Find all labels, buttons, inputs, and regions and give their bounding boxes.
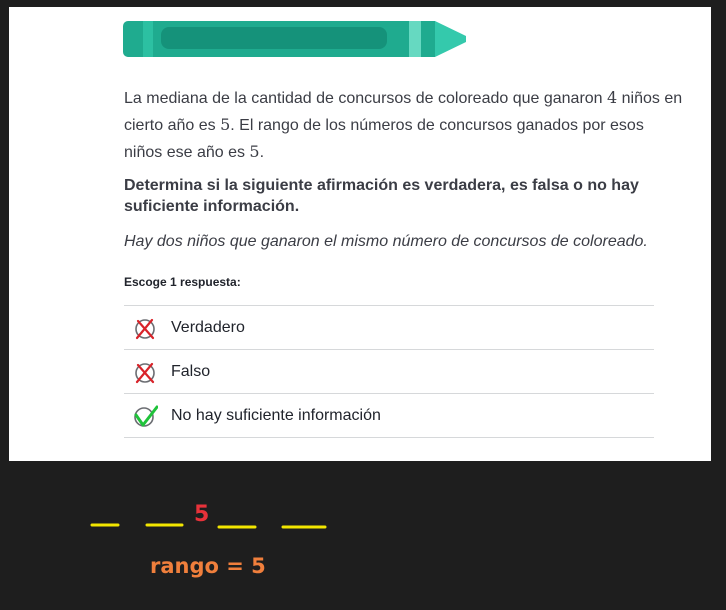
exercise-card: La mediana de la cantidad de concursos d… — [9, 7, 711, 461]
choose-label: Escoge 1 respuesta: — [124, 275, 241, 289]
option-verdadero[interactable]: Verdadero — [124, 305, 654, 349]
option-falso[interactable]: Falso — [124, 349, 654, 393]
problem-text: La mediana de la cantidad de concursos d… — [124, 88, 683, 161]
range-note: rango = 5 — [150, 554, 266, 578]
option-label: Verdadero — [171, 318, 245, 336]
scratchpad[interactable]: 5 rango = 5 — [0, 461, 726, 605]
incorrect-mark-icon — [132, 359, 158, 385]
incorrect-mark-icon — [132, 315, 158, 341]
crayon-illustration — [123, 19, 466, 59]
instruction-text: Determina si la siguiente afirmación es … — [124, 177, 639, 215]
statement-text: Hay dos niños que ganaron el mismo númer… — [124, 233, 648, 250]
answer-options: Verdadero Falso No hay suficiente inform… — [124, 305, 654, 438]
option-label: Falso — [171, 362, 211, 380]
option-no-hay-suficiente-informacion[interactable]: No hay suficiente información — [124, 393, 654, 438]
option-label: No hay suficiente información — [171, 406, 381, 424]
median-mark: 5 — [194, 502, 209, 527]
correct-check-icon — [132, 403, 158, 429]
